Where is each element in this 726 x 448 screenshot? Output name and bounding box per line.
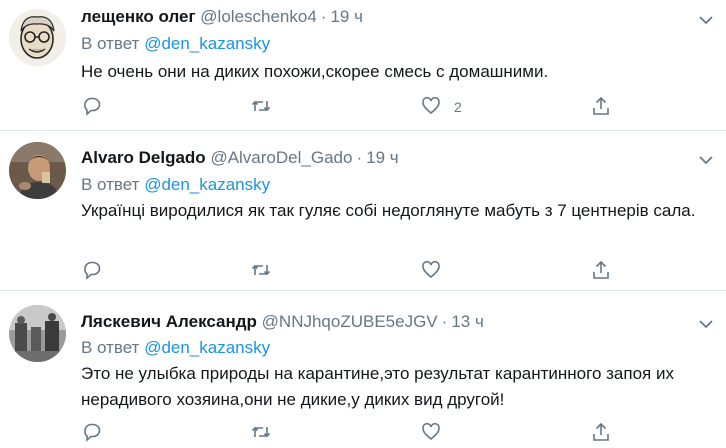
reply-context: В ответ @den_kazansky xyxy=(81,337,270,359)
reply-mention-link[interactable]: @den_kazansky xyxy=(144,34,270,53)
heart-icon[interactable] xyxy=(421,96,441,116)
display-name[interactable]: Ляскевич Александр xyxy=(81,312,257,331)
tweet-header: лещенко олег @loleschenko4 · 19 ч xyxy=(81,6,363,28)
reply-icon[interactable] xyxy=(81,260,101,280)
display-name[interactable]: лещенко олег xyxy=(81,7,196,26)
timestamp[interactable]: 19 ч xyxy=(366,148,399,167)
avatar[interactable] xyxy=(9,305,66,362)
retweet-icon[interactable] xyxy=(251,96,271,116)
tweet-header: Ляскевич Александр @NNJhqoZUBE5eJGV · 13 ч xyxy=(81,311,484,333)
avatar[interactable] xyxy=(9,142,66,199)
tweet[interactable]: Ляскевич Александр @NNJhqoZUBE5eJGV · 13 ч… xyxy=(0,290,726,448)
user-handle[interactable]: @AlvaroDel_Gado xyxy=(210,148,352,167)
tweet-text: Українці виродилися як так гуляє собі не… xyxy=(81,201,696,220)
chevron-down-icon[interactable] xyxy=(698,152,714,168)
reply-icon[interactable] xyxy=(81,96,101,116)
reply-prefix: В ответ xyxy=(81,175,140,194)
retweet-icon[interactable] xyxy=(251,260,271,280)
user-handle[interactable]: @loleschenko4 xyxy=(200,7,317,26)
reply-prefix: В ответ xyxy=(81,34,140,53)
tweet-text: Не очень они на диких похожи,скорее смес… xyxy=(81,62,549,81)
separator-dot: · xyxy=(320,7,327,26)
timestamp[interactable]: 19 ч xyxy=(330,7,363,26)
share-icon[interactable] xyxy=(591,422,611,442)
tweet-text: Это не улыбка природы на карантине,это р… xyxy=(81,364,674,409)
timestamp[interactable]: 13 ч xyxy=(451,312,484,331)
tweet-header: Alvaro Delgado @AlvaroDel_Gado · 19 ч xyxy=(81,147,399,169)
display-name[interactable]: Alvaro Delgado xyxy=(81,148,206,167)
like-count: 2 xyxy=(454,99,462,115)
reply-icon[interactable] xyxy=(81,422,101,442)
reply-mention-link[interactable]: @den_kazansky xyxy=(144,338,270,357)
avatar[interactable] xyxy=(9,9,66,66)
share-icon[interactable] xyxy=(591,96,611,116)
separator-dot: · xyxy=(441,312,448,331)
heart-icon[interactable] xyxy=(421,260,441,280)
retweet-icon[interactable] xyxy=(251,422,271,442)
heart-icon[interactable] xyxy=(421,422,441,442)
tweet[interactable]: лещенко олег @loleschenko4 · 19 ч В ответ … xyxy=(0,0,726,130)
reply-prefix: В ответ xyxy=(81,338,140,357)
separator-dot: · xyxy=(356,148,363,167)
share-icon[interactable] xyxy=(591,260,611,280)
chevron-down-icon[interactable] xyxy=(698,12,714,28)
reply-context: В ответ @den_kazansky xyxy=(81,174,270,196)
chevron-down-icon[interactable] xyxy=(698,316,714,332)
tweet[interactable]: Alvaro Delgado @AlvaroDel_Gado · 19 ч В от… xyxy=(0,130,726,290)
reply-mention-link[interactable]: @den_kazansky xyxy=(144,175,270,194)
reply-context: В ответ @den_kazansky xyxy=(81,33,270,55)
user-handle[interactable]: @NNJhqoZUBE5eJGV xyxy=(262,312,438,331)
